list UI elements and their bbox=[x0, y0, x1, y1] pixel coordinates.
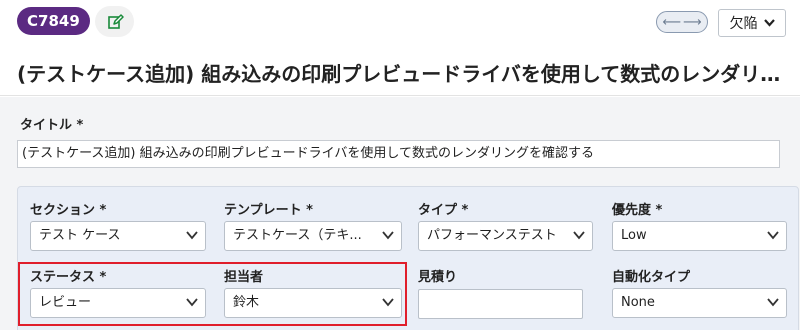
automation-type-select[interactable]: None bbox=[612, 288, 787, 318]
chevron-down-icon bbox=[763, 19, 775, 27]
priority-value: Low bbox=[621, 228, 647, 243]
page-title: (テストケース追加) 組み込みの印刷プレビュードライバを使用して数式のレンダリン… bbox=[17, 62, 792, 86]
template-select[interactable]: テストケース（テキ... bbox=[224, 221, 402, 251]
arrow-right-icon[interactable]: ⟶ bbox=[683, 15, 702, 30]
title-input[interactable]: (テストケース追加) 組み込みの印刷プレビュードライバを使用して数式のレンダリン… bbox=[17, 140, 780, 168]
chevron-down-icon bbox=[767, 231, 779, 240]
automation-type-label: 自動化タイプ bbox=[612, 270, 691, 285]
type-label: タイプ * bbox=[418, 203, 469, 218]
chevron-down-icon bbox=[186, 231, 198, 240]
edit-button[interactable] bbox=[95, 6, 134, 37]
priority-select[interactable]: Low bbox=[612, 221, 787, 251]
case-type-label: 欠陥 bbox=[729, 16, 758, 32]
estimate-input[interactable] bbox=[418, 289, 583, 319]
priority-label: 優先度 * bbox=[612, 203, 663, 218]
automation-type-value: None bbox=[621, 295, 655, 310]
arrow-left-icon[interactable]: ⟵ bbox=[662, 15, 681, 30]
header: C7849 ⟵ ⟶ 欠陥 (テストケース追加) 組み込みの印刷プレビュードライバ… bbox=[0, 0, 800, 96]
type-select[interactable]: パフォーマンステスト bbox=[418, 221, 593, 251]
section-select[interactable]: テスト ケース bbox=[30, 221, 206, 251]
title-field-label: タイトル * bbox=[20, 118, 84, 133]
nav-arrows[interactable]: ⟵ ⟶ bbox=[656, 11, 708, 33]
chevron-down-icon bbox=[767, 298, 779, 307]
case-id-badge: C7849 bbox=[17, 7, 90, 35]
highlight-box bbox=[18, 262, 407, 326]
template-label: テンプレート * bbox=[224, 203, 313, 218]
case-type-select[interactable]: 欠陥 bbox=[718, 9, 786, 37]
type-value: パフォーマンステスト bbox=[427, 228, 557, 243]
template-value: テストケース（テキ... bbox=[233, 228, 362, 243]
pencil-edit-icon bbox=[107, 13, 124, 29]
section-value: テスト ケース bbox=[39, 228, 121, 243]
section-label: セクション * bbox=[30, 203, 107, 218]
estimate-label: 見積り bbox=[418, 270, 458, 285]
chevron-down-icon bbox=[573, 231, 585, 240]
chevron-down-icon bbox=[382, 231, 394, 240]
